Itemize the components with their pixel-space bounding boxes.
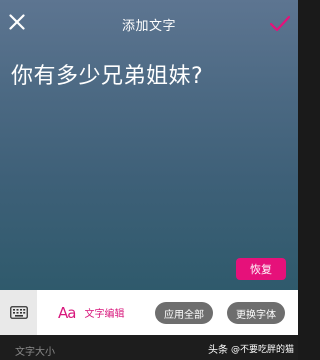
- tab-text-edit-label: 文字编辑: [84, 309, 125, 320]
- bottom-panel: 文字大小 头条 @不要吃胖的猫: [0, 335, 298, 360]
- top-bar: 添加文字: [0, 0, 298, 46]
- watermark-user: @不要吃胖的猫: [230, 345, 294, 355]
- confirm-button[interactable]: [268, 13, 292, 35]
- apply-all-button[interactable]: 应用全部: [155, 302, 213, 324]
- watermark: 头条 @不要吃胖的猫: [208, 341, 294, 356]
- editable-text[interactable]: 你有多少兄弟姐妹?: [11, 58, 203, 90]
- text-canvas[interactable]: 添加文字 你有多少兄弟姐妹? 恢复: [0, 0, 298, 290]
- tab-text-edit[interactable]: Aa 文字编辑: [58, 290, 124, 335]
- keyboard-button[interactable]: [0, 290, 37, 335]
- change-font-button[interactable]: 更换字体: [227, 302, 285, 324]
- text-size-label: 文字大小: [15, 347, 55, 358]
- text-style-icon: Aa: [58, 303, 76, 322]
- page-title: 添加文字: [121, 19, 176, 34]
- edit-toolbar: Aa 文字编辑 应用全部 更换字体: [0, 290, 298, 335]
- watermark-brand: 头条: [207, 345, 228, 356]
- keyboard-icon: [9, 306, 28, 319]
- check-icon: [269, 15, 291, 32]
- restore-button[interactable]: 恢复: [236, 258, 286, 280]
